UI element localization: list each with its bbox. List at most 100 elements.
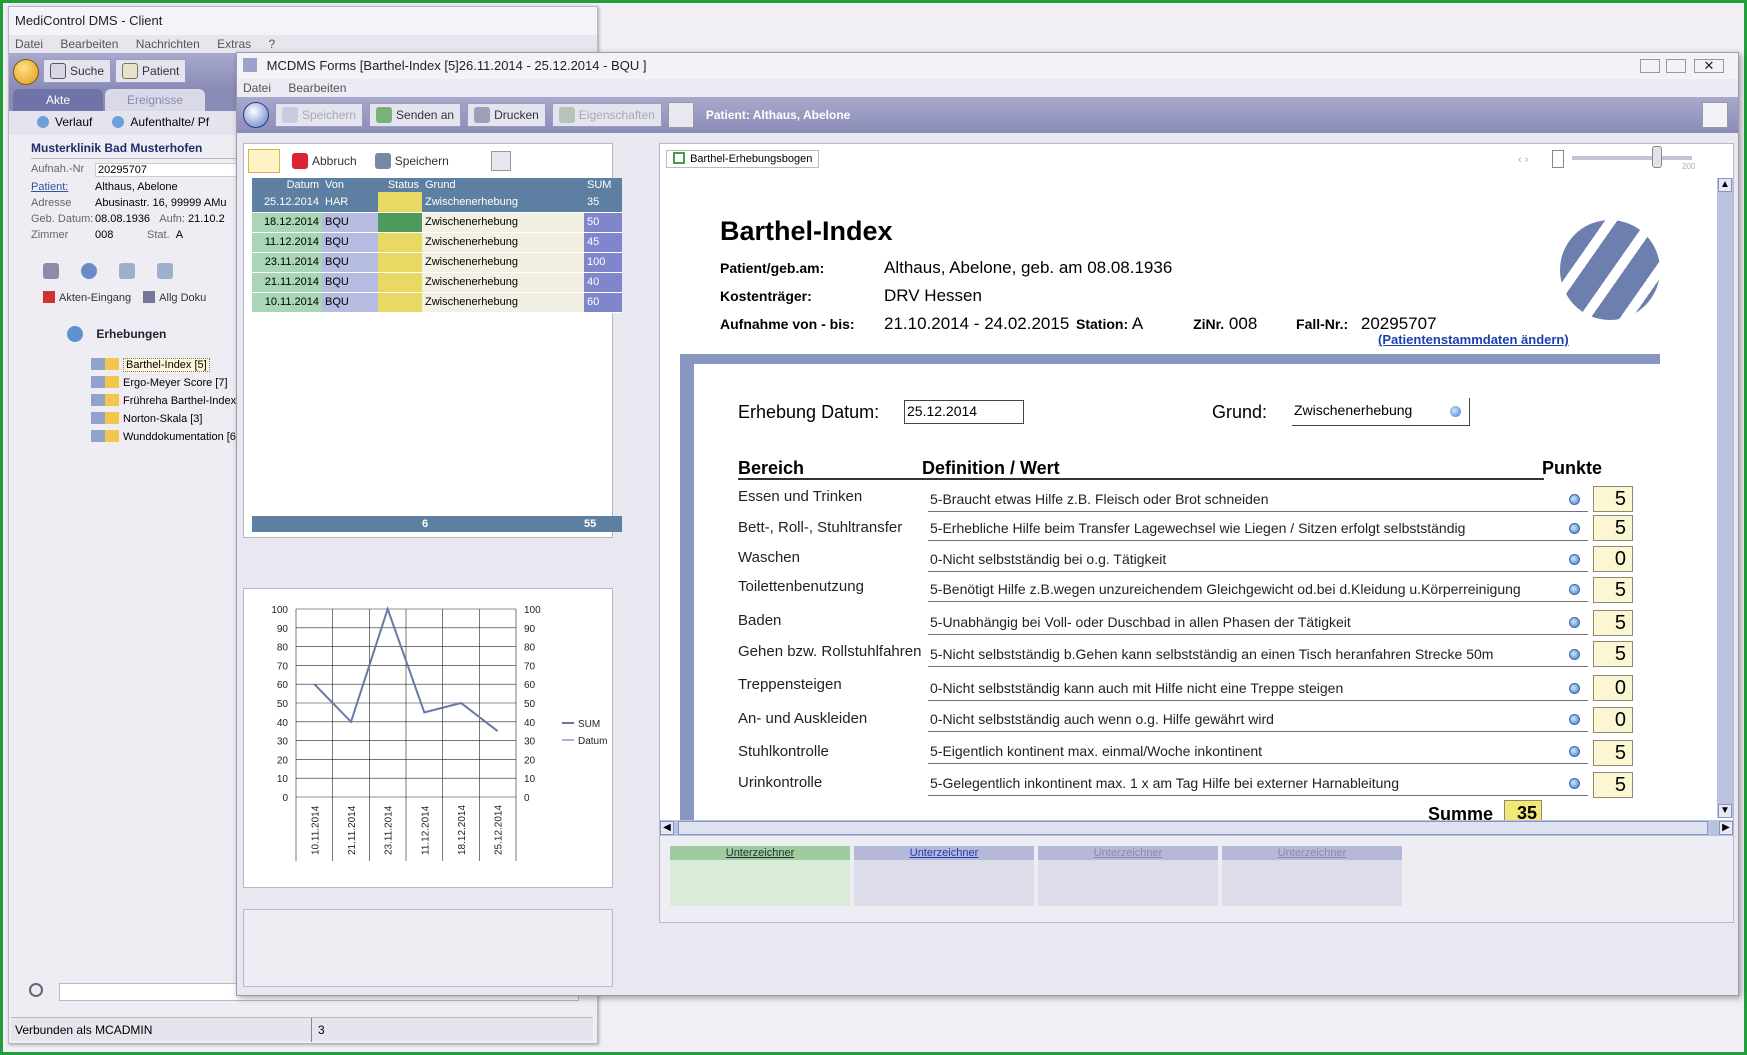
scroll-down-icon[interactable]: ▼ xyxy=(1718,804,1732,818)
patient-label[interactable]: Patient: xyxy=(31,181,95,193)
allg-doku-button[interactable]: Allg Doku xyxy=(143,291,206,304)
form-icon[interactable] xyxy=(119,263,135,279)
menu-nachrichten[interactable]: Nachrichten xyxy=(136,37,200,51)
col-status[interactable]: Status xyxy=(378,178,422,192)
col-datum[interactable]: Datum xyxy=(252,178,322,192)
aufenthalte-button[interactable]: Aufenthalte/ Pf xyxy=(112,115,209,131)
maximize-icon[interactable] xyxy=(1666,59,1686,73)
row-definition-select[interactable]: 0-Nicht selbstständig auch wenn o.g. Hil… xyxy=(928,706,1588,732)
abbruch-button[interactable]: Abbruch xyxy=(286,149,363,173)
aufnahme-value[interactable]: 20295707 xyxy=(95,163,251,177)
col-sum[interactable]: SUM xyxy=(584,178,622,192)
table-row[interactable]: 10.11.2014 BQU Zwischenerhebung 60 xyxy=(252,292,622,313)
cell-status xyxy=(378,252,422,273)
export-icon[interactable] xyxy=(1702,102,1728,128)
col-grund[interactable]: Grund xyxy=(422,178,584,192)
row-punkte[interactable]: 0 xyxy=(1593,546,1633,572)
y-tick-right: 20 xyxy=(524,755,536,766)
row-definition-select[interactable]: 5-Braucht etwas Hilfe z.B. Fleisch oder … xyxy=(928,486,1588,512)
refresh-icon[interactable] xyxy=(81,263,97,279)
speichern-button[interactable]: Speichern xyxy=(275,103,364,127)
gears-icon[interactable] xyxy=(43,263,59,279)
menu-extras[interactable]: Extras xyxy=(217,37,251,51)
menu-bearbeiten[interactable]: Bearbeiten xyxy=(60,37,118,51)
signer-box[interactable]: Unterzeichner xyxy=(1038,846,1218,906)
scroll-right-icon[interactable]: ▶ xyxy=(1719,821,1733,835)
row-punkte[interactable]: 5 xyxy=(1593,577,1633,603)
row-punkte[interactable]: 5 xyxy=(1593,486,1633,512)
grid-icon xyxy=(143,291,156,303)
signer-box[interactable]: Unterzeichner xyxy=(1222,846,1402,906)
patient-button[interactable]: Patient xyxy=(115,59,187,83)
scroll-up-icon[interactable]: ▲ xyxy=(1718,178,1732,192)
save-icon xyxy=(282,107,298,123)
akten-eingang-button[interactable]: Akten-Eingang xyxy=(43,291,131,304)
row-punkte[interactable]: 5 xyxy=(1593,515,1633,541)
table-row[interactable]: 25.12.2014 HAR Zwischenerhebung 35 xyxy=(252,192,622,213)
row-punkte[interactable]: 0 xyxy=(1593,707,1633,733)
wizard-icon[interactable] xyxy=(667,102,694,128)
row-definition-select[interactable]: 5-Erhebliche Hilfe beim Transfer Lagewec… xyxy=(928,515,1588,541)
list-speichern-button[interactable]: Speichern xyxy=(369,149,455,173)
zoom-slider[interactable] xyxy=(1572,156,1692,160)
menu-datei[interactable]: Datei xyxy=(243,81,271,95)
pi-zinr-value: 008 xyxy=(1228,314,1258,333)
row-definition-select[interactable]: 5-Unabhängig bei Voll- oder Duschbad in … xyxy=(928,609,1588,635)
eigenschaften-button[interactable]: Eigenschaften xyxy=(551,103,662,127)
row-bereich: Treppensteigen xyxy=(738,676,842,693)
menu-datei[interactable]: Datei xyxy=(15,37,43,51)
survey-row: Baden 5-Unabhängig bei Voll- oder Duschb… xyxy=(738,609,1638,642)
grund-select[interactable]: Zwischenerhebung xyxy=(1292,398,1470,426)
page-nav-arrows-icon[interactable]: ‹ › xyxy=(1518,154,1528,166)
adresse-label: Adresse xyxy=(31,197,72,209)
search-button[interactable]: Suche xyxy=(43,59,112,83)
table-row[interactable]: 21.11.2014 BQU Zwischenerhebung 40 xyxy=(252,272,622,293)
search-label: Suche xyxy=(70,64,105,78)
verlauf-button[interactable]: Verlauf xyxy=(37,115,92,131)
scroll-left-icon[interactable]: ◀ xyxy=(660,821,674,835)
vertical-scrollbar[interactable]: ▲ ▼ xyxy=(1717,178,1733,818)
survey-sheet: Erhebung Datum: 25.12.2014 Grund: Zwisch… xyxy=(694,364,1700,894)
menu-help[interactable]: ? xyxy=(268,37,275,51)
form-tab[interactable]: Barthel-Erhebungsbogen xyxy=(666,150,820,168)
upload-button[interactable] xyxy=(243,102,269,128)
tab-akte[interactable]: Akte xyxy=(13,89,103,111)
edit-form-icon[interactable] xyxy=(248,149,280,173)
cell-sum: 60 xyxy=(584,292,622,313)
row-punkte[interactable]: 5 xyxy=(1593,740,1633,766)
row-punkte[interactable]: 0 xyxy=(1593,675,1633,701)
forms-title-text: MCDMS Forms [Barthel-Index [5]26.11.2014… xyxy=(266,58,647,73)
scroll-thumb[interactable] xyxy=(678,821,1708,835)
col-von[interactable]: Von xyxy=(322,178,378,192)
close-icon[interactable]: ✕ xyxy=(1694,59,1724,73)
erhebung-date-field[interactable]: 25.12.2014 xyxy=(904,400,1024,424)
patient-label: Patient xyxy=(142,64,180,78)
signer-box[interactable]: Unterzeichner xyxy=(854,846,1034,906)
row-definition-select[interactable]: 0-Nicht selbstständig bei o.g. Tätigkeit xyxy=(928,546,1588,572)
record-icon[interactable] xyxy=(490,151,511,171)
y-tick-left: 50 xyxy=(277,699,289,710)
edit-patient-link[interactable]: (Patientenstammdaten ändern) xyxy=(1378,332,1569,347)
row-punkte[interactable]: 5 xyxy=(1593,641,1633,667)
row-definition-select[interactable]: 5-Eigentlich kontinent max. einmal/Woche… xyxy=(928,738,1588,764)
status-count: 3 xyxy=(311,1018,325,1042)
horizontal-scrollbar[interactable]: ◀ ▶ xyxy=(660,820,1733,836)
table-row[interactable]: 18.12.2014 BQU Zwischenerhebung 50 xyxy=(252,212,622,233)
filter-button[interactable] xyxy=(13,59,39,85)
menu-bearbeiten[interactable]: Bearbeiten xyxy=(288,81,346,95)
senden-button[interactable]: Senden an xyxy=(369,103,462,127)
zoom-thumb[interactable] xyxy=(1652,146,1662,168)
signer-box[interactable]: Unterzeichner xyxy=(670,846,850,906)
table-row[interactable]: 23.11.2014 BQU Zwischenerhebung 100 xyxy=(252,252,622,273)
row-definition-select[interactable]: 5-Benötigt Hilfe z.B.wegen unzureichende… xyxy=(928,576,1588,602)
row-punkte[interactable]: 5 xyxy=(1593,772,1633,798)
row-punkte[interactable]: 5 xyxy=(1593,610,1633,636)
drucken-button[interactable]: Drucken xyxy=(467,103,546,127)
minimize-icon[interactable] xyxy=(1640,59,1660,73)
edit-icon[interactable] xyxy=(157,263,173,279)
row-definition-select[interactable]: 5-Gelegentlich inkontinent max. 1 x am T… xyxy=(928,770,1588,796)
table-row[interactable]: 11.12.2014 BQU Zwischenerhebung 45 xyxy=(252,232,622,253)
row-definition-select[interactable]: 0-Nicht selbstständig kann auch mit Hilf… xyxy=(928,675,1588,701)
row-definition-select[interactable]: 5-Nicht selbstständig b.Gehen kann selbs… xyxy=(928,641,1588,667)
tab-ereignisse[interactable]: Ereignisse xyxy=(105,89,205,111)
